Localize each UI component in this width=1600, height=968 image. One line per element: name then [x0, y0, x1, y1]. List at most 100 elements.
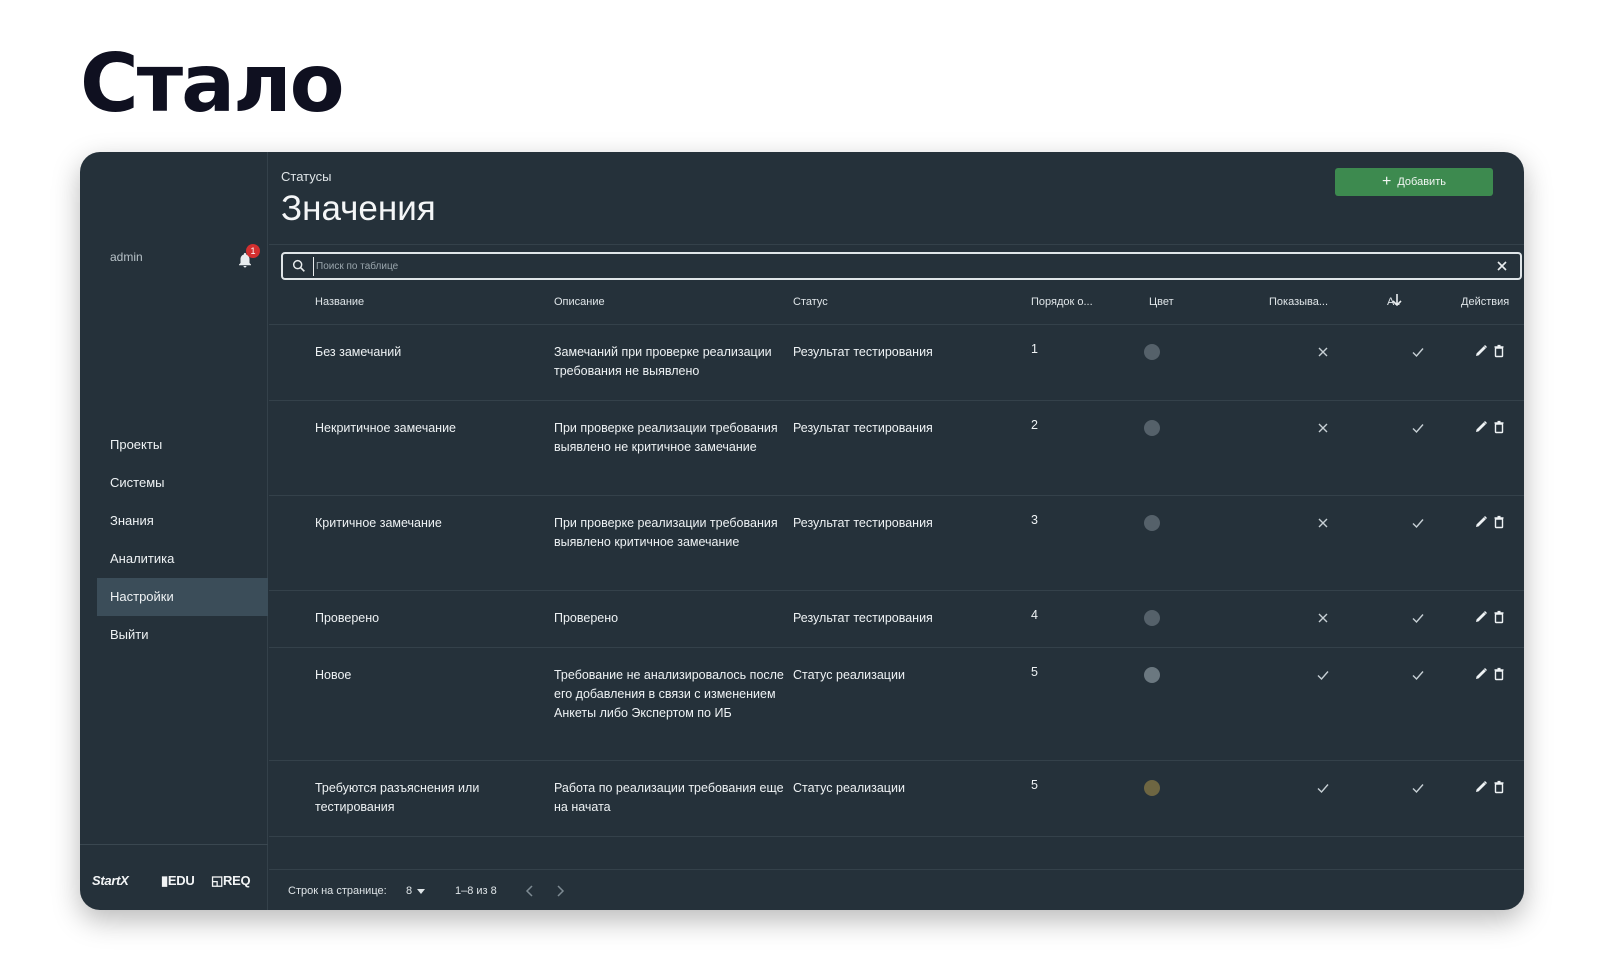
edu-logo: ▮EDU	[161, 873, 195, 888]
cell-order: 5	[1031, 665, 1038, 679]
delete-icon[interactable]	[1492, 420, 1506, 434]
breadcrumb[interactable]: Статусы	[281, 169, 331, 184]
delete-icon[interactable]	[1492, 515, 1506, 529]
cross-icon	[1318, 613, 1328, 623]
edit-icon[interactable]	[1474, 780, 1488, 794]
row-actions	[1474, 420, 1514, 436]
column-header-name[interactable]: Название	[315, 296, 364, 308]
edit-icon[interactable]	[1474, 344, 1488, 358]
cross-icon	[1318, 518, 1328, 528]
row-actions	[1474, 610, 1514, 626]
page-range: 1–8 из 8	[455, 885, 497, 897]
color-swatch	[1144, 344, 1160, 360]
chevron-right-icon[interactable]	[554, 884, 566, 898]
table-row[interactable]: Критичное замечание При проверке реализац…	[269, 496, 1524, 591]
sidebar-item-projects[interactable]: Проекты	[97, 426, 268, 464]
cell-order: 5	[1031, 778, 1038, 792]
cell-order: 1	[1031, 342, 1038, 356]
notification-badge: 1	[246, 244, 260, 258]
row-actions	[1474, 344, 1514, 360]
edit-icon[interactable]	[1474, 420, 1488, 434]
table-row[interactable]: Новое Требование не анализировалось после…	[269, 648, 1524, 761]
notifications-button[interactable]: 1	[236, 244, 260, 269]
cell-name: Критичное замечание	[315, 516, 442, 530]
cell-description: При проверке реализации требования выявл…	[554, 421, 778, 454]
pagination: Строк на странице: 8 1–8 из 8	[288, 882, 688, 902]
edit-icon[interactable]	[1474, 515, 1488, 529]
sidebar-item-settings[interactable]: Настройки	[97, 578, 268, 616]
page-title: Значения	[281, 189, 436, 228]
check-icon	[1412, 614, 1424, 624]
sort-down-icon[interactable]	[1391, 293, 1403, 307]
cross-icon	[1318, 423, 1328, 433]
column-header-description[interactable]: Описание	[554, 296, 605, 308]
page-heading: Стало	[80, 37, 345, 130]
check-icon	[1412, 784, 1424, 794]
cell-description: Работа по реализации требования еще на н…	[554, 781, 784, 814]
column-header-order[interactable]: Порядок о...	[1031, 296, 1093, 308]
check-icon	[1317, 784, 1329, 794]
row-actions	[1474, 780, 1514, 796]
add-button-label: Добавить	[1397, 176, 1446, 188]
cell-status: Результат тестирования	[793, 516, 933, 530]
cell-order: 3	[1031, 513, 1038, 527]
color-swatch	[1144, 667, 1160, 683]
cell-status: Результат тестирования	[793, 421, 933, 435]
add-button[interactable]: + Добавить	[1335, 168, 1493, 196]
app-window: admin 1 Проекты Системы Знания Аналитика…	[80, 152, 1524, 910]
edit-icon[interactable]	[1474, 667, 1488, 681]
search-box	[281, 252, 1522, 280]
cell-status: Статус реализации	[793, 781, 905, 795]
delete-icon[interactable]	[1492, 344, 1506, 358]
check-icon	[1412, 671, 1424, 681]
user-name: admin	[110, 250, 143, 264]
color-swatch	[1144, 420, 1160, 436]
sidebar-item-knowledge[interactable]: Знания	[97, 502, 268, 540]
cell-description: При проверке реализации требования выявл…	[554, 516, 778, 549]
cell-status: Статус реализации	[793, 668, 905, 682]
cell-description: Замечаний при проверке реализации требов…	[554, 345, 772, 378]
table-row[interactable]: Без замечаний Замечаний при проверке реал…	[269, 325, 1524, 401]
edit-icon[interactable]	[1474, 610, 1488, 624]
column-header-show[interactable]: Показыва...	[1269, 296, 1328, 308]
rows-per-page-select[interactable]: 8	[406, 885, 426, 897]
column-header-actions: Действия	[1461, 296, 1510, 308]
check-icon	[1412, 424, 1424, 434]
delete-icon[interactable]	[1492, 780, 1506, 794]
sidebar-item-systems[interactable]: Системы	[97, 464, 268, 502]
column-header-color[interactable]: Цвет	[1149, 296, 1174, 308]
check-icon	[1317, 671, 1329, 681]
sidebar-item-analytics[interactable]: Аналитика	[97, 540, 268, 578]
delete-icon[interactable]	[1492, 667, 1506, 681]
cell-name: Новое	[315, 668, 352, 682]
delete-icon[interactable]	[1492, 610, 1506, 624]
caret-down-icon	[417, 888, 426, 894]
cell-name: Некритичное замечание	[315, 421, 456, 435]
table-row[interactable]: Проверено Проверено Результат тестирования…	[269, 591, 1524, 648]
close-icon[interactable]	[1496, 260, 1508, 272]
column-header-status[interactable]: Статус	[793, 296, 828, 308]
cell-name: Проверено	[315, 611, 380, 625]
chevron-left-icon[interactable]	[524, 884, 536, 898]
color-swatch	[1144, 515, 1160, 531]
divider	[269, 244, 1524, 245]
cell-name: Требуются разъяснения или тестирования	[315, 781, 480, 814]
row-actions	[1474, 667, 1514, 683]
search-icon	[292, 259, 305, 272]
cell-description: Проверено	[554, 611, 619, 625]
check-icon	[1412, 519, 1424, 529]
cell-name: Без замечаний	[315, 345, 402, 359]
sidebar: admin 1 Проекты Системы Знания Аналитика…	[80, 152, 268, 910]
cell-order: 4	[1031, 608, 1038, 622]
rows-per-page-value: 8	[406, 885, 413, 897]
divider	[269, 869, 1524, 870]
cell-status: Результат тестирования	[793, 611, 933, 625]
sidebar-item-logout[interactable]: Выйти	[97, 616, 268, 654]
color-swatch	[1144, 610, 1160, 626]
user-row: admin 1	[110, 244, 260, 271]
table-row[interactable]: Некритичное замечание При проверке реализ…	[269, 401, 1524, 496]
main-content: Статусы Значения + Добавить Название Опи…	[269, 152, 1524, 910]
table-row[interactable]: Требуются разъяснения или тестирования Ра…	[269, 761, 1524, 837]
sidebar-footer: StartX ▮EDU ◱REQ	[80, 844, 268, 910]
search-input[interactable]	[313, 257, 1483, 276]
